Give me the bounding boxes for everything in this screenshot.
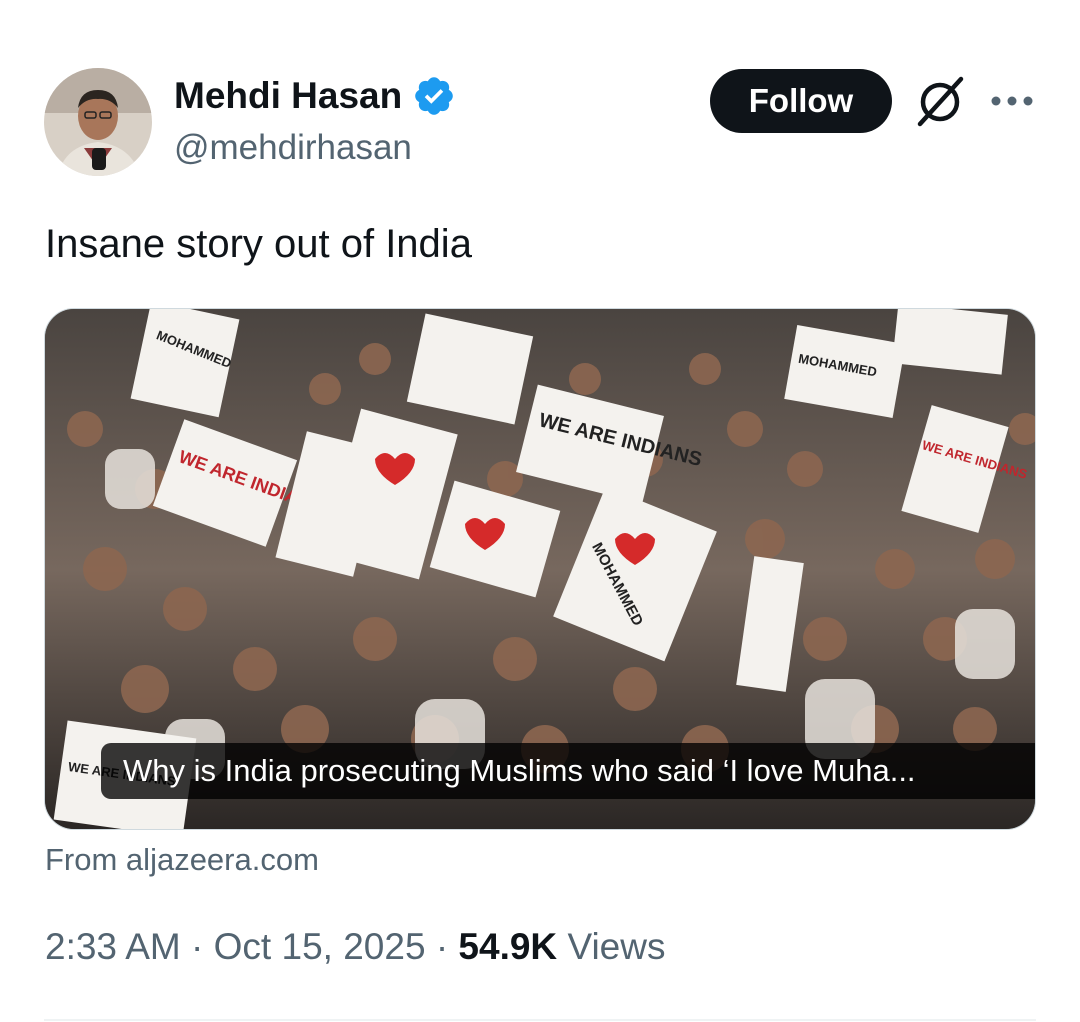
grok-icon[interactable] [912, 74, 968, 128]
tweet-meta: 2:33 AM · Oct 15, 2025 · 54.9K Views [45, 926, 665, 968]
avatar[interactable] [44, 68, 152, 176]
link-card-title[interactable]: Why is India prosecuting Muslims who sai… [101, 743, 1035, 799]
follow-button[interactable]: Follow [710, 69, 892, 133]
views-count[interactable]: 54.9K [458, 926, 557, 967]
author-name-row[interactable]: Mehdi Hasan [174, 74, 456, 118]
link-card[interactable]: MOHAMMED WE ARE INDIANS WE ARE INDIANS M… [44, 308, 1036, 830]
meta-separator: · [191, 926, 204, 967]
tweet-date[interactable]: Oct 15, 2025 [214, 926, 426, 967]
more-icon[interactable] [988, 86, 1036, 116]
author-handle[interactable]: @mehdirhasan [174, 128, 412, 168]
tweet-time[interactable]: 2:33 AM [45, 926, 181, 967]
tweet-text: Insane story out of India [45, 222, 472, 266]
views-label: Views [567, 926, 666, 967]
tweet: Mehdi Hasan @mehdirhasan Follow Insane s… [0, 0, 1080, 1022]
author-name[interactable]: Mehdi Hasan [174, 75, 402, 117]
divider [44, 1019, 1036, 1021]
meta-separator: · [435, 926, 449, 967]
verified-badge-icon [415, 77, 454, 115]
link-source[interactable]: From aljazeera.com [45, 842, 319, 878]
